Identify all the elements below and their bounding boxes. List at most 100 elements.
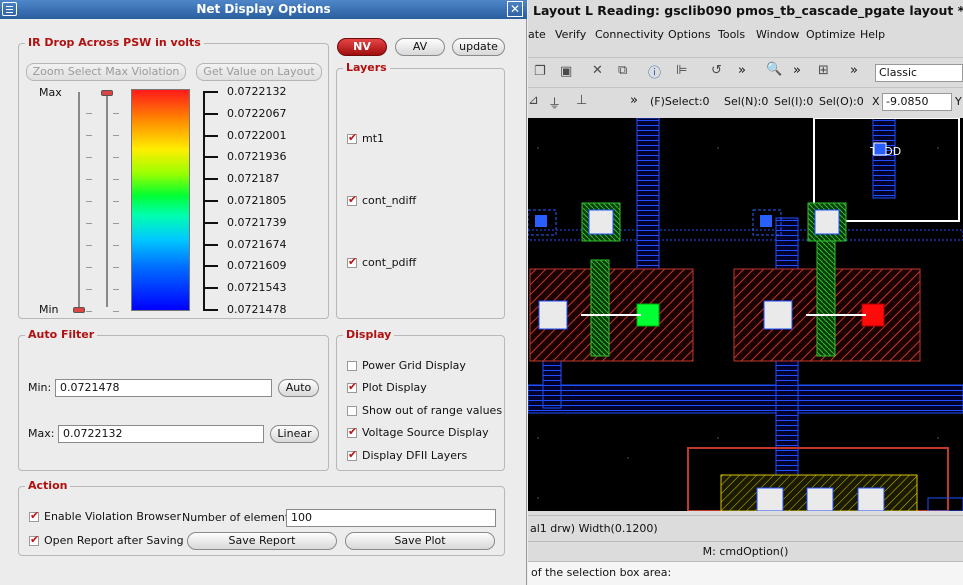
filter-min-input[interactable]: 0.0721478	[55, 379, 272, 397]
more-icon-4[interactable]: »	[630, 93, 638, 108]
tvdd-pin	[873, 142, 887, 156]
menu-item-optimize[interactable]: Optimize	[806, 24, 855, 46]
info-icon[interactable]: ⓘ	[648, 62, 661, 81]
move-icon[interactable]: ⧉	[618, 63, 627, 78]
scale-tick	[203, 91, 218, 93]
workspace-select[interactable]: Classic	[875, 64, 963, 82]
scale-tick	[203, 244, 218, 246]
close-icon[interactable]: ✕	[507, 1, 523, 17]
update-button[interactable]: update	[452, 38, 505, 56]
metal-strap-2	[872, 118, 896, 199]
display-dfii-layers-label: Display DFII Layers	[362, 449, 468, 462]
menu-item-verify[interactable]: Verify	[555, 24, 586, 46]
open-report-checkbox[interactable]	[29, 533, 39, 546]
scale-tick	[203, 113, 218, 115]
layout-canvas[interactable]: TVDD	[528, 118, 963, 511]
metal-strap-3	[775, 217, 799, 511]
max-slider-track[interactable]	[106, 92, 108, 307]
align-icon[interactable]: ⊫	[676, 63, 687, 78]
bottom-contact-1	[756, 487, 784, 511]
more-icon-2[interactable]: »	[793, 63, 801, 78]
menu-item-tools[interactable]: Tools	[718, 24, 745, 46]
slider-dash	[113, 201, 119, 202]
scale-tick	[203, 135, 218, 137]
y-coord-label: Y	[955, 95, 962, 108]
well-contact-left	[535, 215, 547, 227]
plot-display-checkbox[interactable]	[347, 380, 357, 393]
slider-dash	[86, 179, 92, 180]
nv-button[interactable]: NV	[337, 38, 387, 56]
ruler-icon[interactable]: ⊿	[528, 93, 539, 108]
layout-editor-window: Layout L Reading: gsclib090 pmos_tb_casc…	[528, 0, 963, 585]
show-out-of-range-checkbox[interactable]	[347, 406, 357, 416]
scale-tick	[203, 156, 218, 158]
menu-item-create[interactable]: ate	[528, 24, 546, 46]
open-report-label: Open Report after Saving	[44, 534, 184, 547]
menu-item-connectivity[interactable]: Connectivity	[595, 24, 664, 46]
layout-toolbar-2: ⊿ ⏚ ⊥ » (F)Select:0 Sel(N):0 Sel(I):0 Se…	[528, 87, 963, 115]
menu-item-options[interactable]: Options	[668, 24, 710, 46]
menu-item-help[interactable]: Help	[860, 24, 885, 46]
layer-cont-ndiff-label: cont_ndiff	[362, 194, 417, 207]
power-grid-display-label: Power Grid Display	[362, 359, 466, 372]
layer-cont-ndiff-checkbox[interactable]	[347, 193, 357, 206]
slider-dash	[86, 311, 92, 312]
layer-cont-pdiff-label: cont_pdiff	[362, 256, 417, 269]
min-slider-handle[interactable]	[73, 307, 85, 313]
slider-dash	[113, 245, 119, 246]
undo-icon[interactable]: ↺	[711, 63, 722, 78]
zoom-select-max-violation-button[interactable]: Zoom Select Max Violation	[26, 63, 186, 81]
scale-tick-label: 0.0721739	[227, 216, 287, 229]
enable-violation-browser-label: Enable Violation Browser	[44, 510, 181, 523]
zoom-icon[interactable]: 🔍	[766, 62, 782, 77]
save-report-button[interactable]: Save Report	[187, 532, 337, 550]
filter-max-input[interactable]: 0.0722132	[58, 425, 264, 443]
menu-item-window[interactable]: Window	[756, 24, 799, 46]
slider-dash	[113, 289, 119, 290]
av-button[interactable]: AV	[395, 38, 445, 56]
linear-button[interactable]: Linear	[270, 425, 319, 443]
voltage-source-display-checkbox[interactable]	[347, 425, 357, 438]
scale-tick	[203, 178, 218, 180]
save-plot-button[interactable]: Save Plot	[345, 532, 495, 550]
contact-left-top	[588, 209, 614, 235]
delete-icon[interactable]: ✕	[592, 63, 603, 78]
get-value-on-layout-button[interactable]: Get Value on Layout	[196, 63, 322, 81]
auto-button[interactable]: Auto	[278, 379, 319, 397]
copy-icon[interactable]: ❐	[534, 64, 546, 79]
marker-icon[interactable]: ⊥	[576, 93, 587, 108]
net-display-options-dialog: Net Display Options ✕ NV AV update IR Dr…	[0, 0, 527, 585]
power-grid-display-checkbox[interactable]	[347, 361, 357, 371]
layer-mt1-checkbox[interactable]	[347, 131, 357, 144]
x-coord-field[interactable]: -9.0850	[882, 93, 952, 111]
action-title: Action	[25, 479, 71, 492]
more-icon-3[interactable]: »	[850, 63, 858, 78]
hierarchy-icon[interactable]: ⊞	[818, 63, 829, 78]
min-slider-track[interactable]	[78, 92, 80, 307]
more-icon[interactable]: »	[738, 63, 746, 78]
scale-tick-label: 0.0722067	[227, 107, 287, 120]
bottom-contact-2	[806, 487, 834, 511]
layer-cont-pdiff-checkbox[interactable]	[347, 255, 357, 268]
display-dfii-layers-checkbox[interactable]	[347, 448, 357, 461]
select-count-i: Sel(I):0	[774, 95, 814, 108]
stretch-icon[interactable]: ▣	[560, 64, 572, 79]
layers-title: Layers	[343, 61, 390, 74]
slider-dash	[113, 113, 119, 114]
filter-max-label: Max:	[28, 427, 55, 440]
status-layer-width: al1 drw) Width(0.1200)	[530, 522, 658, 535]
scale-tick	[203, 200, 218, 202]
window-menu-icon[interactable]	[2, 2, 17, 16]
scale-tick-label: 0.0721478	[227, 303, 287, 316]
layout-toolbar-1: ❐ ▣ ✕ ⧉ ⓘ ⊫ ↺ » 🔍 » ⊞ » Classic	[528, 57, 963, 87]
bottom-contact-3	[857, 487, 885, 511]
slider-dash	[86, 135, 92, 136]
scale-tick	[203, 309, 218, 311]
max-slider-handle[interactable]	[101, 90, 113, 96]
filter-min-label: Min:	[28, 381, 52, 394]
contact-left-source	[538, 300, 568, 330]
probe-icon[interactable]: ⏚	[548, 93, 561, 112]
x-coord-label: X	[872, 95, 880, 108]
number-of-elements-input[interactable]: 100	[286, 509, 496, 527]
enable-violation-browser-checkbox[interactable]	[29, 509, 39, 522]
